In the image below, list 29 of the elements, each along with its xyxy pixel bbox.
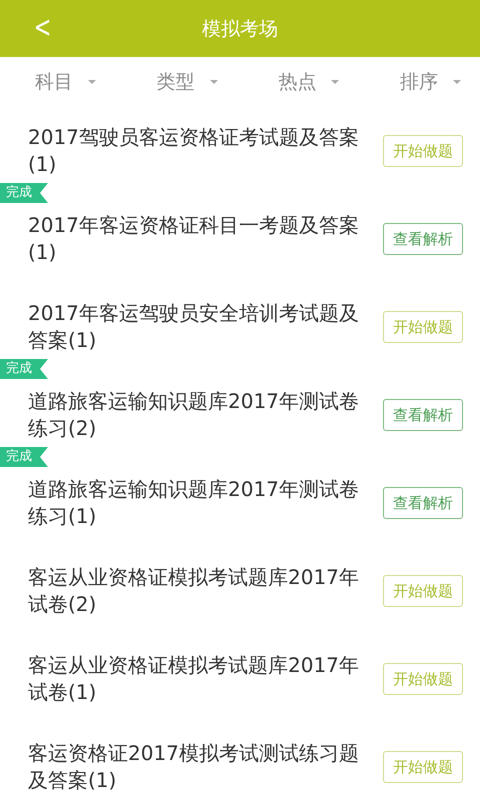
filter-dropdown[interactable]: 科目 [35,69,97,95]
exam-title: 客运从业资格证模拟考试题库2017年试卷(1) [28,652,360,706]
start-exam-button[interactable]: 开始做题 [383,311,463,343]
filter-dropdown[interactable]: 排序 [400,69,462,95]
exam-title: 2017年客运驾驶员安全培训考试题及答案(1) [28,300,360,354]
start-exam-button[interactable]: 开始做题 [383,751,463,783]
exam-title: 2017驾驶员客运资格证考试题及答案(1) [28,124,360,178]
completed-badge: 完成 [0,447,48,467]
view-analysis-button[interactable]: 查看解析 [383,399,463,431]
caret-icon [452,79,462,85]
exam-title: 客运资格证2017模拟考试测试练习题及答案(1) [28,740,360,794]
exam-title: 2017年客运资格证科目一考题及答案(1) [28,212,360,266]
caret-icon [87,79,97,85]
exam-title: 客运从业资格证模拟考试题库2017年试卷(2) [28,564,360,618]
exam-title: 道路旅客运输知识题库2017年测试卷练习(2) [28,388,360,442]
caret-icon [208,79,219,85]
completed-badge: 完成 [0,183,48,203]
start-exam-button[interactable]: 开始做题 [383,135,463,167]
caret-icon [330,79,340,85]
start-exam-button[interactable]: 开始做题 [383,575,463,607]
exam-title: 道路旅客运输知识题库2017年测试卷练习(1) [28,476,360,530]
filter-dropdown[interactable]: 热点 [278,69,340,95]
back-button[interactable]: < [30,10,56,46]
view-analysis-button[interactable]: 查看解析 [383,223,463,255]
completed-badge: 完成 [0,359,48,379]
page-title: 模拟考场 [202,16,278,42]
start-exam-button[interactable]: 开始做题 [383,663,463,695]
view-analysis-button[interactable]: 查看解析 [383,487,463,519]
filter-dropdown[interactable]: 类型 [156,69,219,95]
